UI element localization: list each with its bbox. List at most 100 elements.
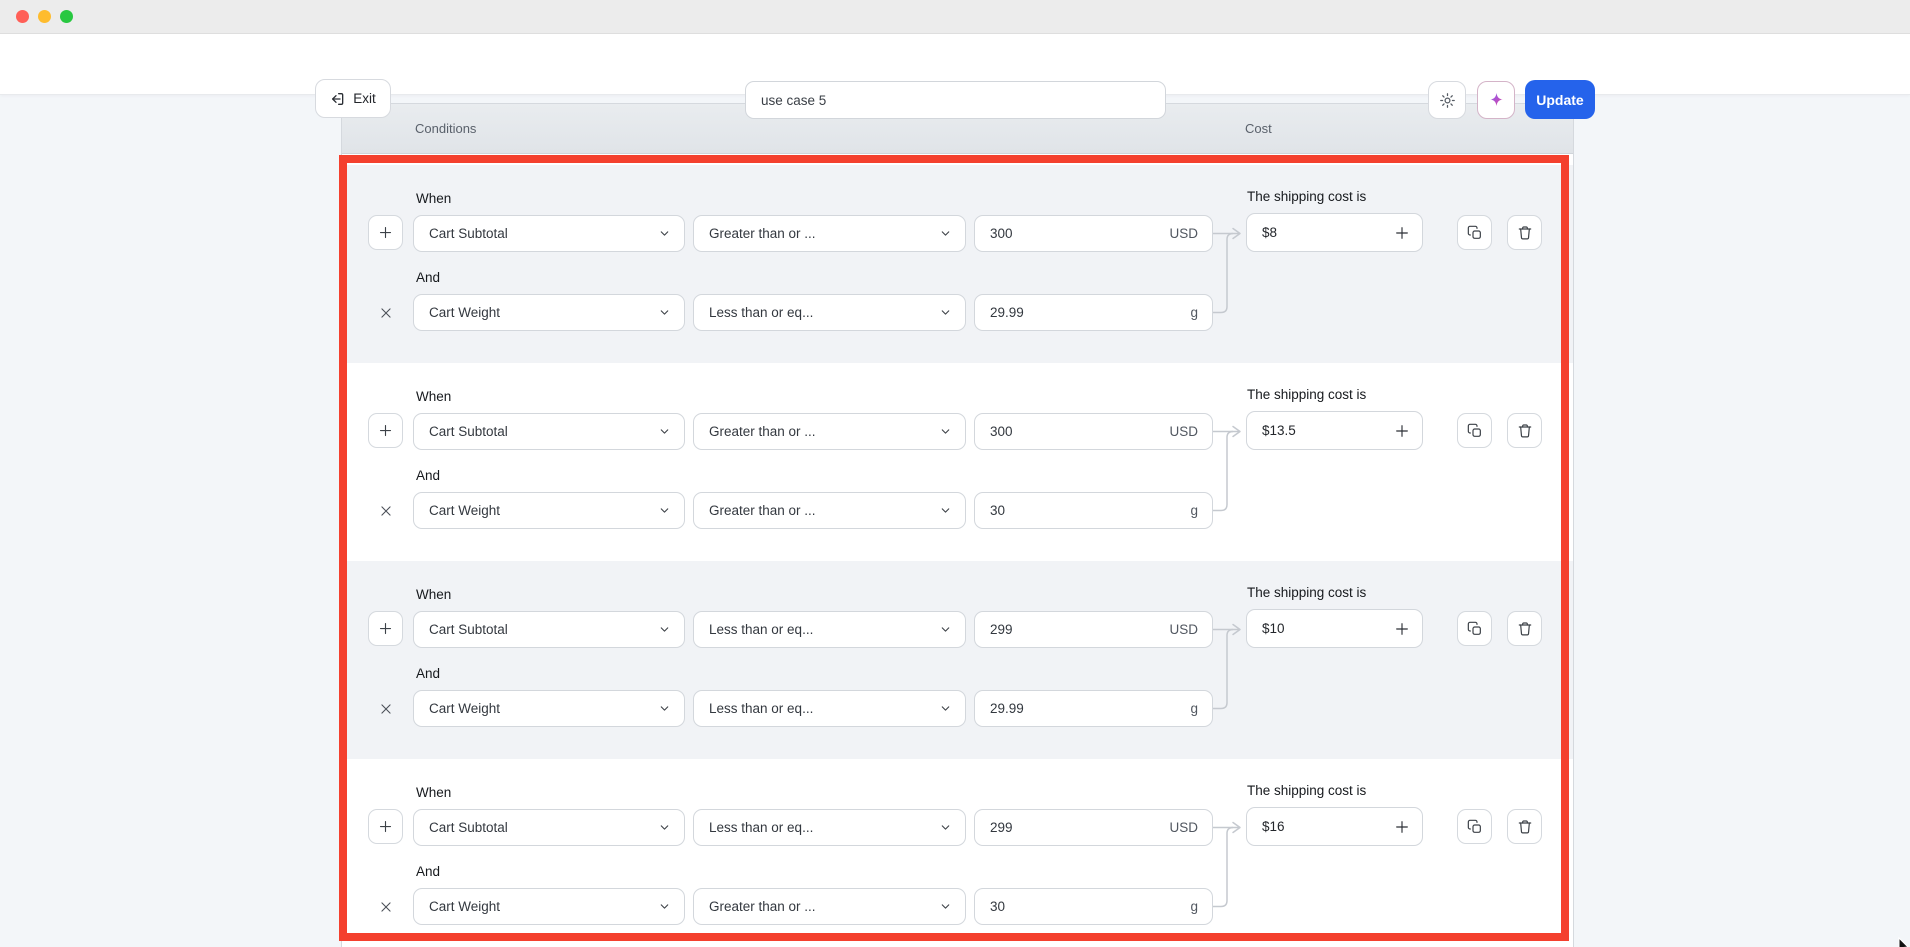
delete-row-button[interactable] [1507, 611, 1542, 646]
condition-value: 30 [990, 899, 1005, 914]
condition-value-input[interactable]: 29.99 g [974, 294, 1213, 331]
chevron-down-icon [939, 227, 952, 240]
condition-value-input[interactable]: 30 g [974, 492, 1213, 529]
condition-unit: USD [1169, 820, 1198, 835]
chevron-down-icon [658, 900, 671, 913]
increase-cost-button[interactable] [1394, 621, 1410, 637]
duplicate-row-button[interactable] [1457, 809, 1492, 844]
increase-cost-button[interactable] [1394, 819, 1410, 835]
shipping-cost-input[interactable]: $10 [1246, 609, 1423, 648]
window-titlebar [0, 0, 1910, 34]
and-label: And [416, 666, 440, 681]
condition-value-input[interactable]: 300 USD [974, 215, 1213, 252]
increase-cost-button[interactable] [1394, 225, 1410, 241]
condition-operator-value: Greater than or ... [709, 424, 816, 439]
add-condition-button[interactable] [368, 413, 403, 448]
theme-toggle-button[interactable] [1428, 81, 1466, 119]
minimize-window-button[interactable] [38, 10, 51, 23]
condition-operator-value: Greater than or ... [709, 899, 816, 914]
chevron-down-icon [939, 504, 952, 517]
close-window-button[interactable] [16, 10, 29, 23]
condition-field-value: Cart Subtotal [429, 226, 508, 241]
cost-column-header: Cost [1245, 121, 1272, 136]
update-button[interactable]: Update [1525, 80, 1595, 119]
increase-cost-button[interactable] [1394, 423, 1410, 439]
condition-field-select[interactable]: Cart Weight [413, 294, 685, 331]
rate-rule-row: When And The shipping cost is Cart Subto… [343, 759, 1574, 947]
remove-condition-button[interactable] [368, 492, 403, 529]
chevron-down-icon [658, 227, 671, 240]
condition-value-input[interactable]: 299 USD [974, 611, 1213, 648]
condition-operator-select[interactable]: Less than or eq... [693, 611, 966, 648]
condition-value-input[interactable]: 29.99 g [974, 690, 1213, 727]
delete-row-button[interactable] [1507, 215, 1542, 250]
condition-value: 300 [990, 226, 1013, 241]
app-header: Exit use case 5 Update [0, 34, 1910, 95]
chevron-down-icon [658, 702, 671, 715]
condition-connector [1213, 609, 1247, 729]
chevron-down-icon [658, 623, 671, 636]
duplicate-row-button[interactable] [1457, 611, 1492, 646]
duplicate-row-button[interactable] [1457, 215, 1492, 250]
condition-operator-select[interactable]: Greater than or ... [693, 215, 966, 252]
condition-field-value: Cart Subtotal [429, 820, 508, 835]
and-label: And [416, 468, 440, 483]
when-label: When [416, 389, 451, 404]
chevron-down-icon [939, 821, 952, 834]
copy-icon [1467, 225, 1483, 241]
condition-operator-select[interactable]: Greater than or ... [693, 413, 966, 450]
condition-value: 29.99 [990, 305, 1024, 320]
duplicate-row-button[interactable] [1457, 413, 1492, 448]
condition-field-select[interactable]: Cart Subtotal [413, 809, 685, 846]
condition-field-value: Cart Subtotal [429, 424, 508, 439]
add-condition-button[interactable] [368, 215, 403, 250]
delete-row-button[interactable] [1507, 413, 1542, 448]
delete-row-button[interactable] [1507, 809, 1542, 844]
condition-unit: g [1190, 305, 1198, 320]
trash-icon [1517, 225, 1533, 241]
condition-operator-select[interactable]: Less than or eq... [693, 809, 966, 846]
condition-field-select[interactable]: Cart Subtotal [413, 611, 685, 648]
add-condition-button[interactable] [368, 809, 403, 844]
remove-condition-button[interactable] [368, 690, 403, 727]
condition-field-select[interactable]: Cart Subtotal [413, 215, 685, 252]
exit-arrow-icon [330, 91, 346, 107]
add-condition-button[interactable] [368, 611, 403, 646]
condition-operator-select[interactable]: Greater than or ... [693, 492, 966, 529]
remove-condition-button[interactable] [368, 888, 403, 925]
condition-field-select[interactable]: Cart Weight [413, 690, 685, 727]
condition-field-value: Cart Weight [429, 899, 500, 914]
condition-field-select[interactable]: Cart Weight [413, 492, 685, 529]
condition-field-select[interactable]: Cart Weight [413, 888, 685, 925]
zoom-window-button[interactable] [60, 10, 73, 23]
condition-connector [1213, 411, 1247, 531]
condition-field-select[interactable]: Cart Subtotal [413, 413, 685, 450]
condition-operator-select[interactable]: Less than or eq... [693, 690, 966, 727]
condition-value-input[interactable]: 299 USD [974, 809, 1213, 846]
condition-value-input[interactable]: 300 USD [974, 413, 1213, 450]
when-label: When [416, 191, 451, 206]
shipping-cost-input[interactable]: $13.5 [1246, 411, 1423, 450]
chevron-down-icon [939, 702, 952, 715]
condition-connector [1213, 213, 1247, 333]
condition-operator-select[interactable]: Greater than or ... [693, 888, 966, 925]
chevron-down-icon [939, 306, 952, 319]
exit-button[interactable]: Exit [315, 79, 391, 118]
condition-operator-value: Greater than or ... [709, 226, 816, 241]
rate-table-panel: Conditions Cost When And The shipping co… [341, 103, 1574, 947]
shipping-cost-input[interactable]: $8 [1246, 213, 1423, 252]
ai-sparkle-icon [1487, 91, 1506, 110]
ai-assistant-button[interactable] [1477, 81, 1515, 119]
condition-value-input[interactable]: 30 g [974, 888, 1213, 925]
condition-unit: USD [1169, 226, 1198, 241]
and-label: And [416, 270, 440, 285]
chevron-down-icon [658, 306, 671, 319]
chevron-down-icon [658, 821, 671, 834]
copy-icon [1467, 423, 1483, 439]
shipping-cost-input[interactable]: $16 [1246, 807, 1423, 846]
condition-operator-select[interactable]: Less than or eq... [693, 294, 966, 331]
rule-name-input[interactable]: use case 5 [745, 81, 1166, 119]
copy-icon [1467, 621, 1483, 637]
shipping-cost-value: $16 [1262, 819, 1285, 834]
remove-condition-button[interactable] [368, 294, 403, 331]
